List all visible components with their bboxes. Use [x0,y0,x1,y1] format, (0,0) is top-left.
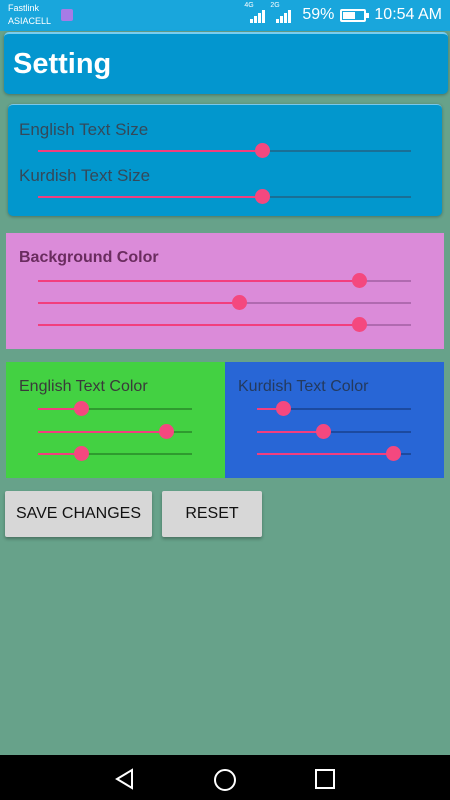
english-blue-slider[interactable] [38,446,192,462]
home-icon[interactable] [213,768,237,797]
kurdish-text-color-label: Kurdish Text Color [238,378,369,395]
english-text-color-panel: English Text Color [6,362,225,478]
kurdish-red-slider[interactable] [257,401,411,417]
navigation-bar [0,755,450,800]
slider-thumb[interactable] [351,317,367,332]
slider-thumb[interactable] [385,446,401,461]
slider-thumb[interactable] [74,446,90,461]
signal-2g-icon: 2G [270,2,296,24]
background-color-label: Background Color [19,249,159,266]
slider-thumb[interactable] [276,401,292,416]
slider-fill [38,324,359,326]
background-blue-slider[interactable] [38,317,411,333]
slider-fill [38,280,359,282]
recent-apps-icon[interactable] [314,768,336,795]
network-type-1: 4G [244,2,254,9]
carrier-name-2: ASIACELL [8,16,52,26]
clock: 10:54 AM [374,6,442,23]
battery-icon [340,8,370,22]
background-red-slider[interactable] [38,273,411,289]
slider-thumb[interactable] [232,295,248,310]
slider-thumb[interactable] [158,424,174,439]
english-text-size-label: English Text Size [19,120,149,139]
battery-percent: 59% [302,6,335,23]
back-icon[interactable] [114,768,136,795]
page-title: Setting [13,48,112,80]
slider-fill [38,431,166,433]
gallery-icon [61,9,73,21]
english-green-slider[interactable] [38,424,192,440]
signal-4g-icon: 4G [244,2,270,24]
slider-fill [38,150,262,152]
text-size-panel: English Text Size Kurdish Text Size [8,104,442,216]
carrier-info: Fastlink ASIACELL [8,2,51,28]
network-type-2: 2G [270,2,280,9]
kurdish-text-color-panel: Kurdish Text Color [225,362,444,478]
carrier-name-1: Fastlink [8,3,40,13]
kurdish-text-size-slider[interactable] [38,189,411,205]
slider-thumb[interactable] [74,401,90,416]
slider-thumb[interactable] [351,273,367,288]
slider-thumb[interactable] [254,189,270,204]
background-green-slider[interactable] [38,295,411,311]
reset-button[interactable]: RESET [162,491,262,537]
slider-fill [257,431,324,433]
slider-fill [38,302,240,304]
slider-fill [38,196,262,198]
kurdish-green-slider[interactable] [257,424,411,440]
status-indicators: 4G 2G 59% 10:54 AM [244,2,442,24]
slider-thumb[interactable] [254,143,270,158]
kurdish-blue-slider[interactable] [257,446,411,462]
kurdish-text-size-label: Kurdish Text Size [19,166,151,185]
status-bar: Fastlink ASIACELL 4G 2G 59% 10:54 AM [0,0,450,31]
background-color-panel: Background Color [6,233,444,349]
save-changes-button[interactable]: SAVE CHANGES [5,491,152,537]
english-red-slider[interactable] [38,401,192,417]
slider-thumb[interactable] [316,424,332,439]
english-text-color-label: English Text Color [19,378,148,395]
slider-fill [257,453,393,455]
title-bar: Setting [4,32,448,94]
english-text-size-slider[interactable] [38,143,411,159]
